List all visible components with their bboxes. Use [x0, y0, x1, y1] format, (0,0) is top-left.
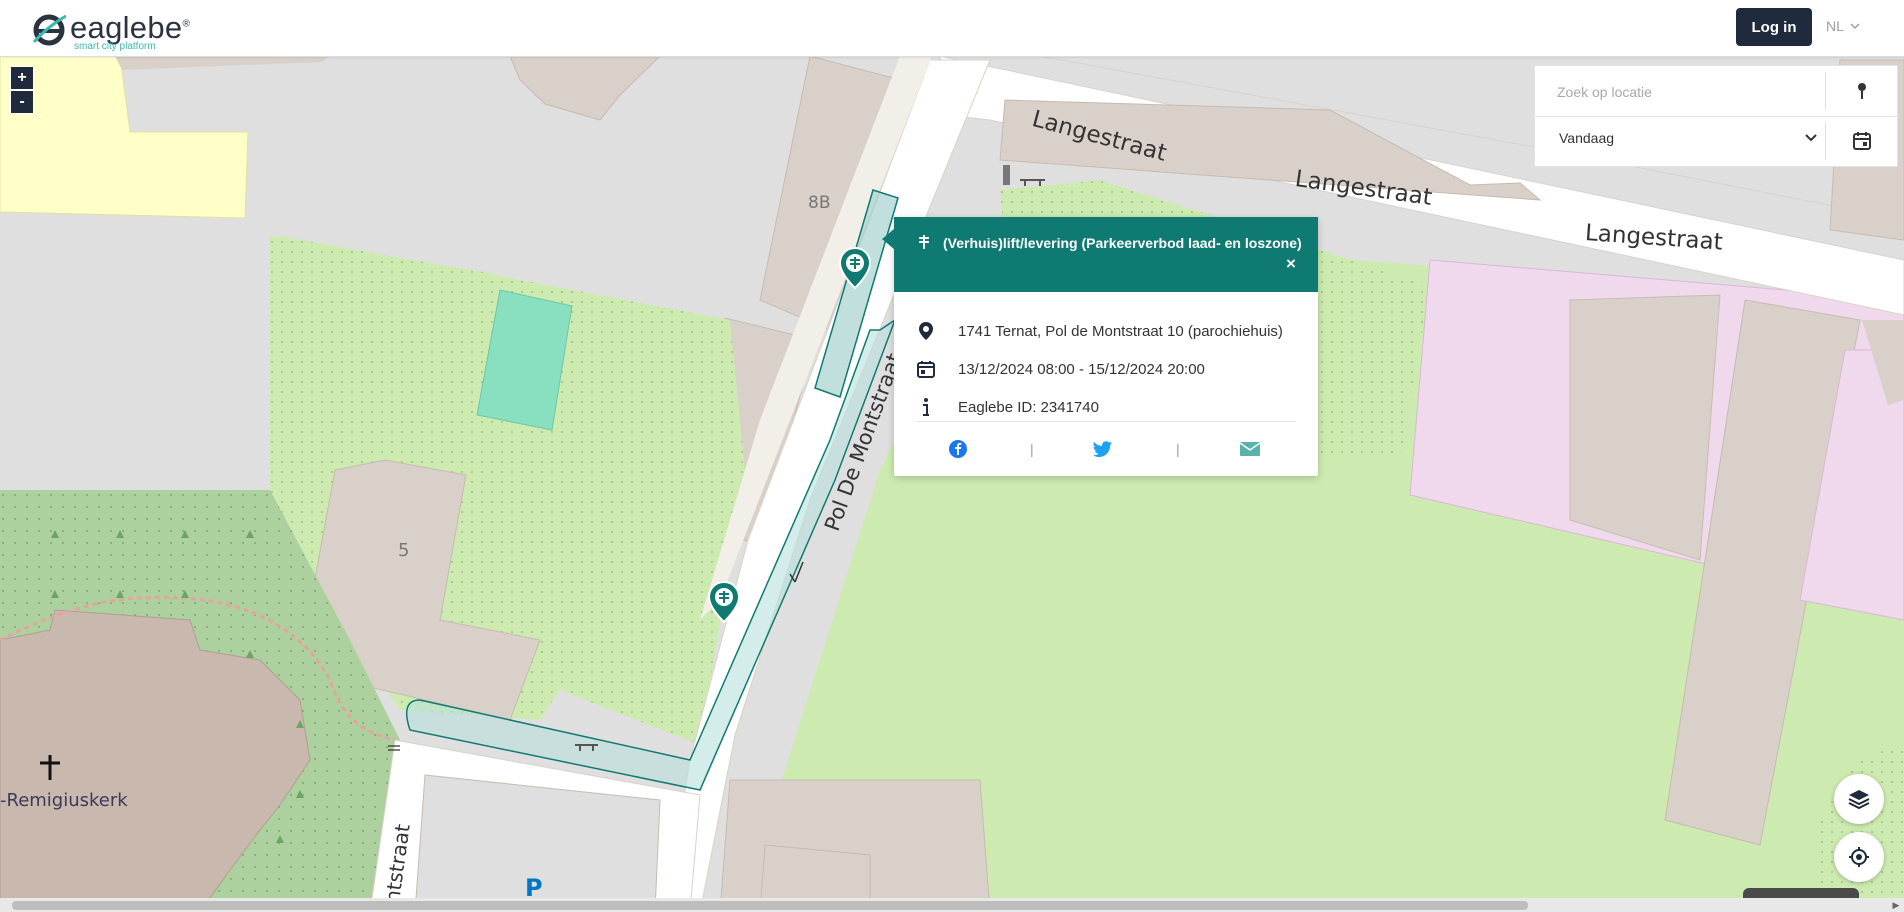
divider [1825, 122, 1826, 160]
house-number-8b: 8B [808, 193, 831, 213]
house-number-5: 5 [398, 540, 410, 561]
layers-button[interactable] [1834, 774, 1884, 824]
popup-title: (Verhuis)lift/levering (Parkeerverbod la… [943, 235, 1302, 251]
search-panel: Vandaag [1534, 65, 1898, 167]
calendar-icon[interactable] [1851, 130, 1873, 152]
map-base-layer [0, 56, 1904, 912]
calendar-icon [916, 359, 936, 379]
scroll-right-arrow-icon[interactable]: ▶ [1890, 899, 1902, 911]
scrollbar-thumb[interactable] [12, 901, 1528, 910]
event-popup: (Verhuis)lift/levering (Parkeerverbod la… [882, 217, 1318, 476]
popup-eaglebe-id: Eaglebe ID: 2341740 [958, 398, 1099, 416]
date-select[interactable]: Vandaag [1559, 130, 1817, 146]
chevron-down-icon [1805, 134, 1817, 142]
info-icon [916, 397, 936, 417]
location-search-row [1535, 66, 1897, 117]
locate-icon [1849, 847, 1869, 867]
zoom-in-button[interactable]: + [10, 66, 34, 90]
eaglebe-logo[interactable]: eaglebe® smart city platform [30, 8, 190, 52]
date-filter-row: Vandaag [1535, 116, 1897, 166]
share-separator: | [1030, 441, 1034, 457]
location-search-input[interactable] [1555, 78, 1819, 106]
map-attribution[interactable] [1743, 888, 1859, 898]
popup-address-row: 1741 Ternat, Pol de Montstraat 10 (paroc… [916, 319, 1283, 343]
twitter-share-button[interactable] [1092, 439, 1114, 459]
login-button[interactable]: Log in [1736, 8, 1812, 46]
divider [1825, 72, 1826, 110]
mail-share-button[interactable] [1239, 439, 1261, 459]
mail-icon [1240, 442, 1260, 456]
map-marker-pin-bottom[interactable] [707, 580, 741, 624]
popup-id-row: Eaglebe ID: 2341740 [916, 395, 1099, 419]
eaglebe-logo-icon [32, 14, 66, 46]
map-pin-icon[interactable] [1851, 80, 1873, 102]
horizontal-scrollbar[interactable]: ▶ [0, 898, 1904, 912]
facebook-icon [949, 440, 967, 458]
language-value: NL [1826, 18, 1844, 34]
map-marker-pin-top[interactable] [838, 246, 872, 290]
signpost-icon [919, 235, 929, 249]
popup-separator [916, 421, 1296, 422]
twitter-icon [1093, 441, 1112, 457]
chevron-down-icon [1850, 23, 1860, 30]
popup-period: 13/12/2024 08:00 - 15/12/2024 20:00 [958, 360, 1205, 378]
logo-tagline: smart city platform [74, 41, 156, 52]
zoom-out-button[interactable]: - [10, 90, 34, 114]
locate-button[interactable] [1834, 832, 1884, 882]
top-bar: eaglebe® smart city platform Log in NL [0, 0, 1904, 57]
share-separator: | [1176, 441, 1180, 457]
language-select[interactable]: NL [1826, 18, 1860, 34]
date-select-value: Vandaag [1559, 130, 1615, 146]
church-label: -Remigiuskerk [0, 790, 128, 811]
layers-icon [1848, 790, 1870, 810]
popup-header: (Verhuis)lift/levering (Parkeerverbod la… [894, 217, 1318, 292]
map-canvas[interactable]: Langestraat Langestraat Langestraat Pol … [0, 56, 1904, 912]
popup-address: 1741 Ternat, Pol de Montstraat 10 (paroc… [958, 322, 1283, 340]
popup-close-button[interactable]: × [1282, 254, 1300, 273]
facebook-share-button[interactable] [947, 439, 969, 459]
popup-arrow [882, 229, 894, 249]
popup-period-row: 13/12/2024 08:00 - 15/12/2024 20:00 [916, 357, 1205, 381]
location-icon [916, 321, 936, 341]
